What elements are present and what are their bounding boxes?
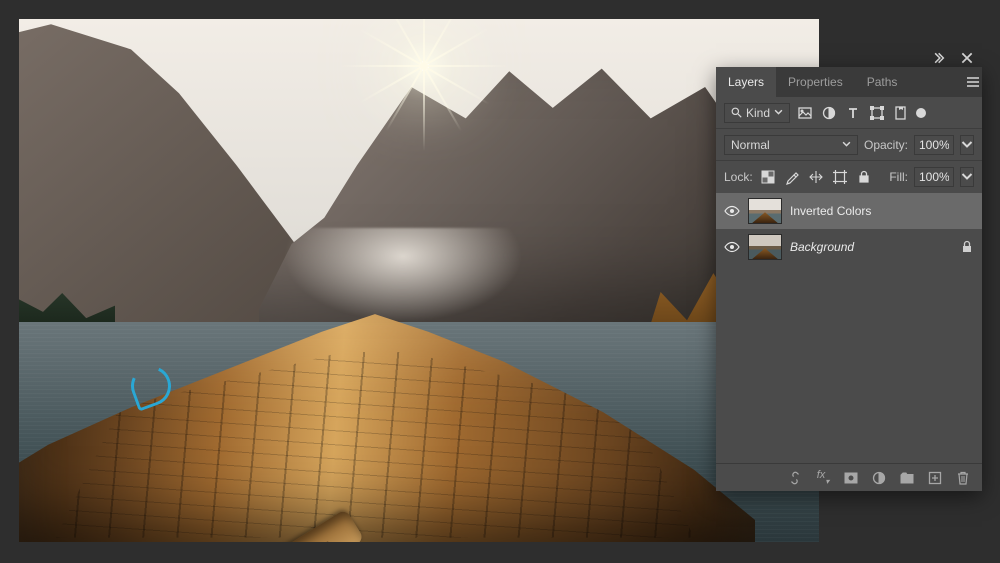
blend-row: Normal Opacity:	[716, 129, 982, 161]
filter-smart-icon[interactable]	[892, 104, 910, 122]
filter-shape-icon[interactable]	[868, 104, 886, 122]
filter-type-icon[interactable]	[844, 104, 862, 122]
lock-position-icon[interactable]	[807, 168, 825, 186]
adjustment-layer-icon[interactable]	[870, 469, 888, 487]
filter-adjust-icon[interactable]	[820, 104, 838, 122]
opacity-stepper[interactable]	[960, 135, 974, 155]
layers-panel: Layers Properties Paths Kind	[716, 67, 982, 491]
filter-kind-label: Kind	[746, 106, 770, 120]
group-layers-icon[interactable]	[898, 469, 916, 487]
sun-flare	[419, 61, 429, 71]
panel-menu-icon[interactable]	[964, 73, 982, 91]
layers-bottom-toolbar: fx▾	[716, 463, 982, 491]
chevron-down-icon	[842, 138, 851, 152]
tab-layers[interactable]: Layers	[716, 67, 776, 97]
visibility-toggle-icon[interactable]	[724, 239, 740, 255]
filter-pixel-icon[interactable]	[796, 104, 814, 122]
visibility-toggle-icon[interactable]	[724, 203, 740, 219]
layer-filter-row: Kind	[716, 97, 982, 129]
blend-mode-value: Normal	[731, 138, 770, 152]
snow-patch	[283, 228, 523, 322]
layers-list: Inverted Colors Background	[716, 193, 982, 463]
tab-properties[interactable]: Properties	[776, 67, 855, 97]
add-mask-icon[interactable]	[842, 469, 860, 487]
blend-mode-select[interactable]: Normal	[724, 135, 858, 155]
lock-label: Lock:	[724, 170, 753, 184]
filter-toggle-icon[interactable]	[916, 108, 926, 118]
tab-paths[interactable]: Paths	[855, 67, 910, 97]
layer-row[interactable]: Background	[716, 229, 982, 265]
lock-artboard-icon[interactable]	[831, 168, 849, 186]
delete-layer-icon[interactable]	[954, 469, 972, 487]
layer-row[interactable]: Inverted Colors	[716, 193, 982, 229]
lock-all-icon[interactable]	[855, 168, 873, 186]
opacity-label: Opacity:	[864, 138, 908, 152]
layer-thumbnail[interactable]	[748, 234, 782, 260]
new-layer-icon[interactable]	[926, 469, 944, 487]
layer-thumbnail[interactable]	[748, 198, 782, 224]
layer-name[interactable]: Background	[790, 240, 952, 254]
fill-stepper[interactable]	[960, 167, 974, 187]
layer-fx-icon[interactable]: fx▾	[814, 469, 832, 487]
search-icon	[731, 107, 742, 118]
fill-label: Fill:	[889, 170, 908, 184]
lock-row: Lock: Fill:	[716, 161, 982, 193]
lock-icon[interactable]	[960, 240, 974, 254]
opacity-input[interactable]	[914, 135, 954, 155]
panel-collapse-icon[interactable]	[932, 49, 950, 67]
chevron-down-icon	[774, 106, 783, 120]
lock-transparency-icon[interactable]	[759, 168, 777, 186]
lock-paint-icon[interactable]	[783, 168, 801, 186]
panel-tabs: Layers Properties Paths	[716, 67, 982, 97]
filter-kind-select[interactable]: Kind	[724, 103, 790, 123]
layer-name[interactable]: Inverted Colors	[790, 204, 974, 218]
link-layers-icon[interactable]	[786, 469, 804, 487]
document-canvas[interactable]	[19, 19, 819, 542]
panel-close-icon[interactable]	[958, 49, 976, 67]
fill-input[interactable]	[914, 167, 954, 187]
